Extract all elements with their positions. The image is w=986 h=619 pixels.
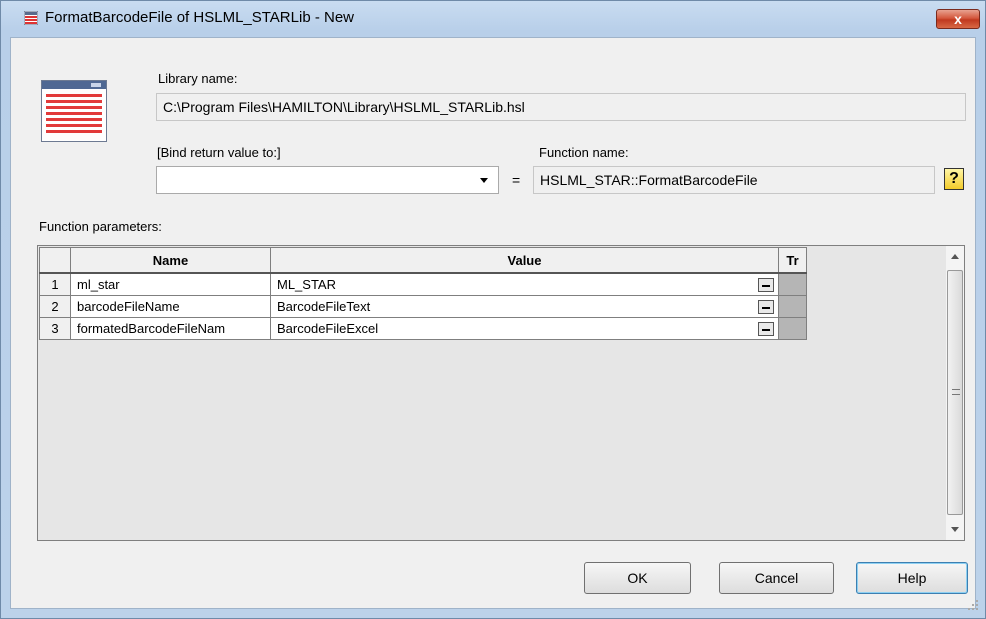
param-tr-cell [778,272,807,296]
table-row[interactable]: 3 formatedBarcodeFileNam BarcodeFileExce… [39,317,807,340]
equals-sign: = [512,172,521,188]
window-title: FormatBarcodeFile of HSLML_STARLib - New [45,9,354,26]
dropdown-icon[interactable] [758,278,774,292]
row-number: 3 [39,317,71,340]
library-table-icon [41,80,107,142]
close-button[interactable]: x [936,9,980,29]
table-row[interactable]: 2 barcodeFileName BarcodeFileText [39,295,807,318]
dropdown-icon[interactable] [758,300,774,314]
param-value-text: BarcodeFileExcel [277,321,379,336]
bind-return-label: [Bind return value to:] [157,145,281,160]
row-number: 1 [39,272,71,296]
param-name-cell[interactable]: barcodeFileName [70,295,271,318]
dropdown-icon[interactable] [758,322,774,336]
param-tr-cell [778,295,807,318]
parameters-grid: Name Value Tr 1 ml_star ML_STAR 2 barcod… [37,245,965,541]
question-mark-icon: ? [949,170,959,187]
row-number-header [39,247,71,274]
library-name-label: Library name: [158,71,238,86]
scroll-thumb[interactable] [947,270,963,515]
value-column-header[interactable]: Value [270,247,779,274]
tr-column-header[interactable]: Tr [778,247,807,274]
table-row[interactable]: 1 ml_star ML_STAR [39,272,807,296]
param-name-cell[interactable]: ml_star [70,272,271,296]
grip-icon [952,389,960,395]
param-value-text: ML_STAR [277,277,336,292]
cancel-button[interactable]: Cancel [719,562,834,594]
name-column-header[interactable]: Name [70,247,271,274]
function-name-label: Function name: [539,145,629,160]
param-tr-cell [778,317,807,340]
parameters-table: Name Value Tr 1 ml_star ML_STAR 2 barcod… [39,247,807,340]
param-value-cell[interactable]: ML_STAR [270,272,779,296]
scroll-down-icon[interactable] [951,527,959,532]
param-value-cell[interactable]: BarcodeFileText [270,295,779,318]
help-button[interactable]: Help [856,562,968,594]
param-value-text: BarcodeFileText [277,299,371,314]
vertical-scrollbar[interactable] [946,246,964,540]
scroll-up-icon[interactable] [951,254,959,259]
bind-return-combobox[interactable] [156,166,499,194]
table-icon [24,11,38,25]
library-name-field: C:\Program Files\HAMILTON\Library\HSLML_… [156,93,966,121]
function-name-field: HSLML_STAR::FormatBarcodeFile [533,166,935,194]
resize-grip-icon[interactable] [968,600,978,610]
param-value-cell[interactable]: BarcodeFileExcel [270,317,779,340]
param-name-cell[interactable]: formatedBarcodeFileNam [70,317,271,340]
row-number: 2 [39,295,71,318]
ok-button[interactable]: OK [584,562,691,594]
chevron-down-icon [480,178,488,183]
function-help-button[interactable]: ? [944,168,964,190]
close-icon: x [954,11,962,27]
title-bar[interactable]: FormatBarcodeFile of HSLML_STARLib - New… [1,1,985,35]
function-parameters-label: Function parameters: [39,219,162,234]
